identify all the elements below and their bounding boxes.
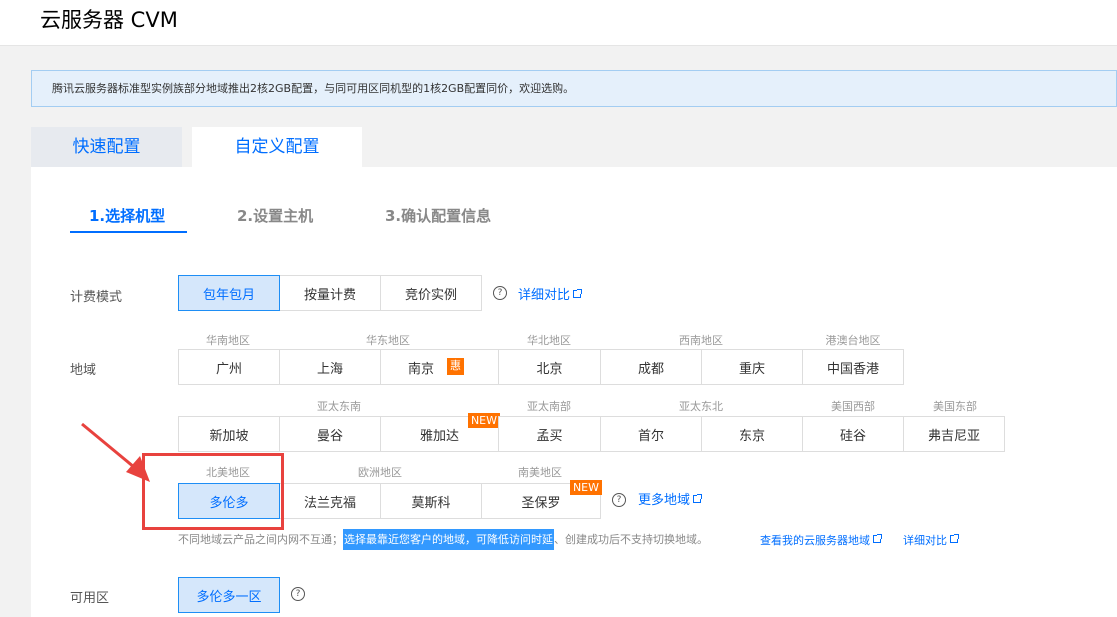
region-toronto[interactable]: 多伦多: [178, 483, 280, 519]
region-tokyo[interactable]: 东京: [701, 416, 803, 452]
more-regions-link[interactable]: 更多地域: [638, 489, 703, 508]
annotation-arrow: [81, 422, 150, 482]
region-compare-link-text: 详细对比: [903, 534, 947, 547]
discount-badge: 惠: [447, 358, 464, 375]
external-link-icon: [693, 494, 703, 503]
group-south-china-text: 华南地区: [206, 334, 250, 347]
region-compare-link[interactable]: 详细对比: [903, 532, 959, 548]
new-badge: NEW: [569, 480, 602, 495]
step-confirm[interactable]: 3.确认配置信息: [385, 205, 491, 226]
region-chengdu[interactable]: 成都: [600, 349, 702, 385]
hint-prefix: 不同地域云产品之间内网不互通；: [178, 533, 343, 546]
zone-toronto-1[interactable]: 多伦多一区: [178, 577, 280, 613]
region-sao-paulo[interactable]: 圣保罗 NEW: [481, 480, 602, 519]
group-apac-south-text: 亚太南部: [527, 400, 571, 413]
region-chongqing[interactable]: 重庆: [701, 349, 803, 385]
hint-highlight: 选择最靠近您客户的地域，可降低访问时延: [343, 529, 554, 550]
notice-banner: 腾讯云服务器标准型实例族部分地域推出2核2GB配置，与同可用区同机型的1核2GB…: [31, 70, 1117, 107]
annotation-arrow-shaft: [81, 422, 141, 474]
region-mumbai[interactable]: 孟买: [498, 416, 601, 452]
group-apac-south: 亚太南部: [503, 398, 595, 414]
group-us-west-text: 美国西部: [831, 400, 875, 413]
group-us-west: 美国西部: [806, 398, 900, 414]
region-bangkok[interactable]: 曼谷: [279, 416, 381, 452]
help-icon[interactable]: ?: [291, 587, 305, 601]
region-nanjing-label: 南京: [408, 361, 435, 377]
group-apac-southeast-text: 亚太东南: [317, 400, 361, 413]
tab-quick-config[interactable]: 快速配置: [31, 127, 182, 167]
step-active-underline: [70, 231, 187, 233]
zone-label: 可用区: [70, 591, 110, 606]
group-north-china: 华北地区: [503, 332, 595, 348]
billing-compare-link[interactable]: 详细对比: [518, 284, 583, 303]
region-label: 地域: [70, 363, 97, 378]
help-icon[interactable]: ?: [493, 286, 507, 300]
region-nanjing[interactable]: 南京 惠: [380, 349, 499, 385]
region-virginia[interactable]: 弗吉尼亚: [903, 416, 1005, 452]
billing-annual-button[interactable]: 包年包月: [178, 275, 280, 311]
group-us-east: 美国东部: [908, 398, 1002, 414]
hint-suffix: 、创建成功后不支持切换地域。: [554, 533, 708, 546]
group-apac-northeast: 亚太东北: [604, 398, 798, 414]
group-east-china-text: 华东地区: [366, 334, 410, 347]
group-south-america: 南美地区: [486, 464, 594, 480]
region-singapore[interactable]: 新加坡: [178, 416, 280, 452]
view-my-regions-link[interactable]: 查看我的云服务器地域: [760, 532, 882, 548]
external-link-icon: [950, 534, 959, 543]
region-silicon-valley[interactable]: 硅谷: [802, 416, 904, 452]
external-link-icon: [573, 289, 583, 298]
step-setup-host[interactable]: 2.设置主机: [237, 205, 313, 226]
billing-spot-button[interactable]: 竞价实例: [380, 275, 482, 311]
group-europe: 欧洲地区: [284, 464, 476, 480]
group-hk-mo-tw-text: 港澳台地区: [825, 334, 881, 347]
billing-compare-link-text: 详细对比: [518, 288, 571, 303]
group-europe-text: 欧洲地区: [358, 466, 402, 479]
region-hongkong[interactable]: 中国香港: [802, 349, 904, 385]
region-seoul[interactable]: 首尔: [600, 416, 702, 452]
config-panel: [31, 167, 1117, 617]
more-regions-link-text: 更多地域: [638, 493, 691, 508]
new-badge: NEW: [467, 413, 500, 428]
region-jakarta[interactable]: 雅加达 NEW: [380, 413, 500, 452]
group-us-east-text: 美国东部: [933, 400, 977, 413]
group-apac-northeast-text: 亚太东北: [679, 400, 723, 413]
billing-postpaid-button[interactable]: 按量计费: [279, 275, 381, 311]
annotation-arrow-head: [126, 456, 150, 482]
region-moscow[interactable]: 莫斯科: [380, 483, 482, 519]
region-jakarta-label: 雅加达: [419, 428, 459, 444]
group-southwest: 西南地区: [604, 332, 798, 348]
region-frankfurt[interactable]: 法兰克福: [279, 483, 381, 519]
billing-label: 计费模式: [70, 290, 123, 305]
group-south-china: 华南地区: [182, 332, 274, 348]
group-hk-mo-tw: 港澳台地区: [806, 332, 900, 348]
page-title: 云服务器 CVM: [40, 8, 178, 32]
group-north-china-text: 华北地区: [527, 334, 571, 347]
region-guangzhou[interactable]: 广州: [178, 349, 280, 385]
tab-custom-config[interactable]: 自定义配置: [192, 127, 362, 167]
step-select-type[interactable]: 1.选择机型: [89, 205, 165, 226]
group-east-china: 华东地区: [284, 332, 492, 348]
group-southwest-text: 西南地区: [679, 334, 723, 347]
top-bar: 云服务器 CVM: [0, 0, 1117, 46]
group-apac-southeast: 亚太东南: [182, 398, 496, 414]
region-sao-paulo-label: 圣保罗: [521, 495, 561, 511]
help-icon[interactable]: ?: [612, 493, 626, 507]
group-south-america-text: 南美地区: [518, 466, 562, 479]
region-shanghai[interactable]: 上海: [279, 349, 381, 385]
region-hint: 不同地域云产品之间内网不互通；选择最靠近您客户的地域，可降低访问时延、创建成功后…: [178, 529, 708, 550]
view-my-regions-link-text: 查看我的云服务器地域: [760, 534, 870, 547]
region-beijing[interactable]: 北京: [498, 349, 601, 385]
external-link-icon: [873, 534, 882, 543]
